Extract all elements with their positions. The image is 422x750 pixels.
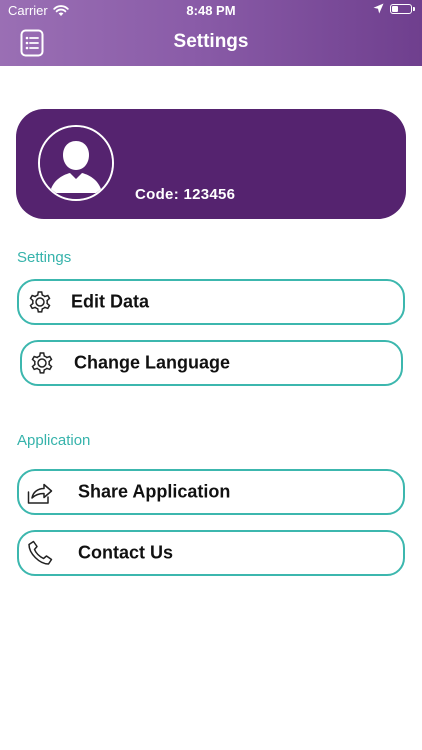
gear-icon (31, 352, 53, 374)
share-application-label: Share Application (78, 481, 231, 502)
phone-icon (28, 540, 53, 565)
share-icon (27, 483, 53, 504)
status-time: 8:48 PM (186, 3, 236, 18)
battery-icon (390, 3, 415, 14)
edit-data-button[interactable]: Edit Data (17, 279, 405, 325)
contact-us-button[interactable]: Contact Us (17, 530, 405, 576)
code-value: 123456 (183, 186, 236, 203)
contact-us-label: Contact Us (78, 542, 174, 563)
top-bar: Carrier 8:48 PM Settings (0, 0, 422, 66)
location-arrow-icon (373, 3, 384, 14)
code-label: Code: (135, 186, 179, 203)
change-language-label: Change Language (74, 352, 231, 373)
gear-icon (29, 291, 51, 313)
change-language-button[interactable]: Change Language (20, 340, 403, 386)
user-code: Code: 123456 (135, 186, 235, 203)
section-title-settings: Settings (17, 249, 72, 266)
battery-level (392, 5, 398, 12)
user-silhouette-icon (40, 127, 112, 199)
status-bar: Carrier 8:48 PM (0, 0, 422, 22)
avatar[interactable] (38, 125, 114, 201)
edit-data-label: Edit Data (71, 291, 150, 312)
profile-card: Code: 123456 (16, 109, 406, 219)
status-right (373, 3, 415, 14)
section-title-application: Application (17, 432, 91, 449)
page-title: Settings (173, 31, 249, 52)
share-application-button[interactable]: Share Application (17, 469, 405, 515)
